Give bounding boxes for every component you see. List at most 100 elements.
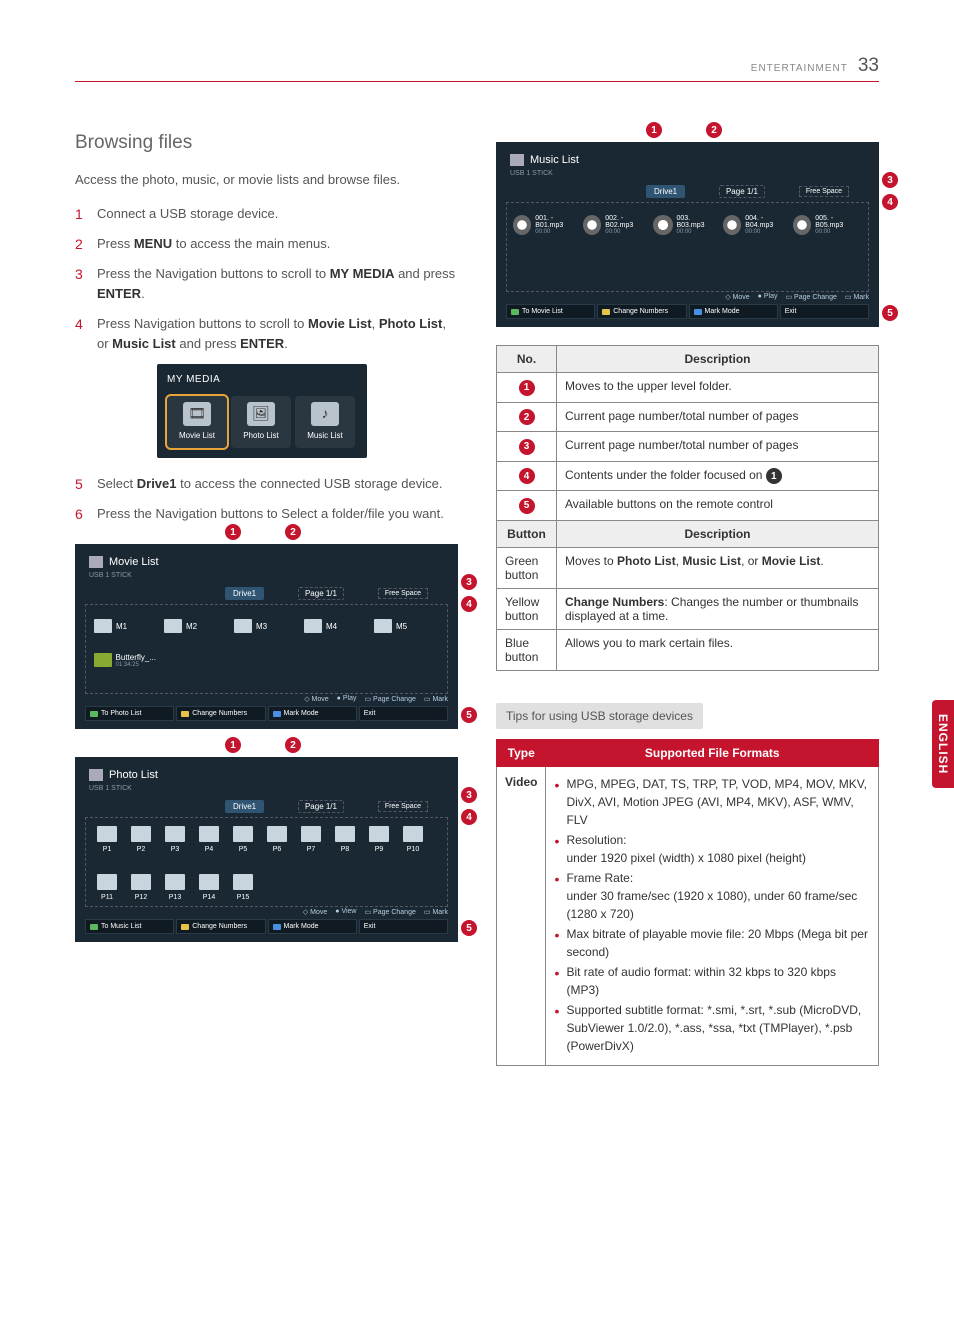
enter-label: ENTER xyxy=(97,286,141,301)
item-label: P5 xyxy=(239,846,248,853)
col-no: No. xyxy=(497,346,557,373)
movie-icon xyxy=(89,556,103,568)
intro-text: Access the photo, music, or movie lists … xyxy=(75,170,458,190)
folder-item[interactable]: M4 xyxy=(302,611,368,641)
yellow-button-label: Yellow button xyxy=(497,588,557,629)
text: under 30 frame/sec (1920 x 1080), under … xyxy=(566,889,857,921)
track-duration: 00:00 xyxy=(677,229,720,235)
section-name: ENTERTAINMENT xyxy=(751,63,848,74)
usb-label: USB 1 STICK xyxy=(506,170,869,177)
change-numbers-button[interactable]: Change Numbers xyxy=(597,304,686,319)
music-track[interactable]: 005. - B05.mp300:00 xyxy=(793,209,859,241)
change-numbers-button[interactable]: Change Numbers xyxy=(176,919,265,934)
step-3: Press the Navigation buttons to scroll t… xyxy=(75,264,458,304)
photo-item[interactable]: P4 xyxy=(194,824,224,868)
step-1: Connect a USB storage device. xyxy=(75,204,458,224)
num-3-icon: 3 xyxy=(519,439,535,455)
blue-button-label: Blue button xyxy=(497,629,557,670)
movie-file-item[interactable]: Butterfly_...01:34:25 xyxy=(92,645,158,675)
photo-list-tile[interactable]: 🖼 Photo List xyxy=(231,396,291,448)
track-duration: 00:00 xyxy=(745,229,789,235)
text: to access the main menus. xyxy=(172,236,330,251)
photo-item[interactable]: P2 xyxy=(126,824,156,868)
photo-item[interactable]: P7 xyxy=(296,824,326,868)
mark-hint: Mark xyxy=(853,294,869,301)
photo-item[interactable]: P5 xyxy=(228,824,258,868)
text: . xyxy=(141,286,145,301)
photo-item[interactable]: P10 xyxy=(398,824,428,868)
item-label: P12 xyxy=(135,894,147,901)
folder-label: M1 xyxy=(116,622,127,631)
music-list-tile[interactable]: ♪ Music List xyxy=(295,396,355,448)
button-bar: To Movie List Change Numbers Mark Mode E… xyxy=(506,304,869,319)
folder-icon xyxy=(131,826,151,842)
green-dot-icon xyxy=(90,711,98,717)
button-bar: To Photo List Change Numbers Mark Mode E… xyxy=(85,706,448,721)
to-photo-list-button[interactable]: To Photo List xyxy=(85,706,174,721)
exit-button[interactable]: Exit xyxy=(359,706,448,721)
text: Press the Navigation buttons to scroll t… xyxy=(97,266,330,281)
folder-item[interactable]: M2 xyxy=(162,611,228,641)
callout-3-icon: 3 xyxy=(461,787,477,803)
folder-icon xyxy=(97,874,117,890)
folder-item[interactable]: M5 xyxy=(372,611,438,641)
item-label: P15 xyxy=(237,894,249,901)
mark-mode-button[interactable]: Mark Mode xyxy=(268,706,357,721)
text: Contents under the folder focused on xyxy=(565,468,766,482)
photo-item[interactable]: P1 xyxy=(92,824,122,868)
format-bitrate: Max bitrate of playable movie file: 20 M… xyxy=(554,925,870,961)
drive-chip[interactable]: Drive1 xyxy=(225,587,264,600)
btn-label: Change Numbers xyxy=(192,923,247,930)
usb-label: USB 1 STICK xyxy=(85,572,448,579)
callout-2-icon: 2 xyxy=(285,737,301,753)
num-2-icon: 2 xyxy=(519,409,535,425)
col-desc: Description xyxy=(557,520,879,547)
folder-icon xyxy=(267,826,287,842)
movie-list-panel: 3 4 5 Movie List USB 1 STICK Drive1 Page… xyxy=(75,544,458,729)
music-track[interactable]: 004. - B04.mp300:00 xyxy=(723,209,789,241)
btn-label: Mark Mode xyxy=(284,923,319,930)
section-title: Browsing files xyxy=(75,132,458,154)
movie-list-tile[interactable]: 🎞 Movie List xyxy=(167,396,227,448)
music-track[interactable]: 003. B03.mp300:00 xyxy=(653,209,719,241)
music-grid: 001. - B01.mp300:00002. - B02.mp300:0000… xyxy=(506,202,869,292)
callout-4-icon: 4 xyxy=(461,596,477,612)
photo-item[interactable]: P3 xyxy=(160,824,190,868)
photo-icon: 🖼 xyxy=(247,402,275,426)
change-numbers-button[interactable]: Change Numbers xyxy=(176,706,265,721)
my-media-label: MY MEDIA xyxy=(330,266,395,281)
movie-file-icon xyxy=(94,653,112,667)
drive-chip[interactable]: Drive1 xyxy=(646,185,685,198)
folder-item[interactable]: M3 xyxy=(232,611,298,641)
photo-item[interactable]: P8 xyxy=(330,824,360,868)
button-bar: To Music List Change Numbers Mark Mode E… xyxy=(85,919,448,934)
photo-grid: P1P2P3P4P5P6P7P8P9P10P11P12P13P14P15 xyxy=(85,817,448,907)
track-name: 003. B03.mp3 xyxy=(677,215,720,229)
photo-item[interactable]: P6 xyxy=(262,824,292,868)
music-track[interactable]: 002. - B02.mp300:00 xyxy=(583,209,649,241)
btn-label: Change Numbers xyxy=(192,710,247,717)
folder-label: M3 xyxy=(256,622,267,631)
yellow-dot-icon xyxy=(181,711,189,717)
item-label: P11 xyxy=(101,894,113,901)
to-movie-list-button[interactable]: To Movie List xyxy=(506,304,595,319)
mark-hint: Mark xyxy=(432,696,448,703)
file-duration: 01:34:25 xyxy=(116,662,156,668)
drive-chip[interactable]: Drive1 xyxy=(225,800,264,813)
folder-item[interactable]: M1 xyxy=(92,611,158,641)
format-framerate: Frame Rate:under 30 frame/sec (1920 x 10… xyxy=(554,869,870,923)
btn-label: To Photo List xyxy=(101,710,141,717)
music-track[interactable]: 001. - B01.mp300:00 xyxy=(513,209,579,241)
photo-item[interactable]: P9 xyxy=(364,824,394,868)
exit-button[interactable]: Exit xyxy=(359,919,448,934)
item-label: P13 xyxy=(169,894,181,901)
enter-label: ENTER xyxy=(240,336,284,351)
mark-mode-button[interactable]: Mark Mode xyxy=(689,304,778,319)
callout-2-icon: 2 xyxy=(706,122,722,138)
disc-icon xyxy=(513,215,531,235)
page-indicator: Page 1/1 xyxy=(298,587,344,600)
exit-button[interactable]: Exit xyxy=(780,304,869,319)
to-music-list-button[interactable]: To Music List xyxy=(85,919,174,934)
panel-title: Movie List xyxy=(85,554,448,570)
mark-mode-button[interactable]: Mark Mode xyxy=(268,919,357,934)
